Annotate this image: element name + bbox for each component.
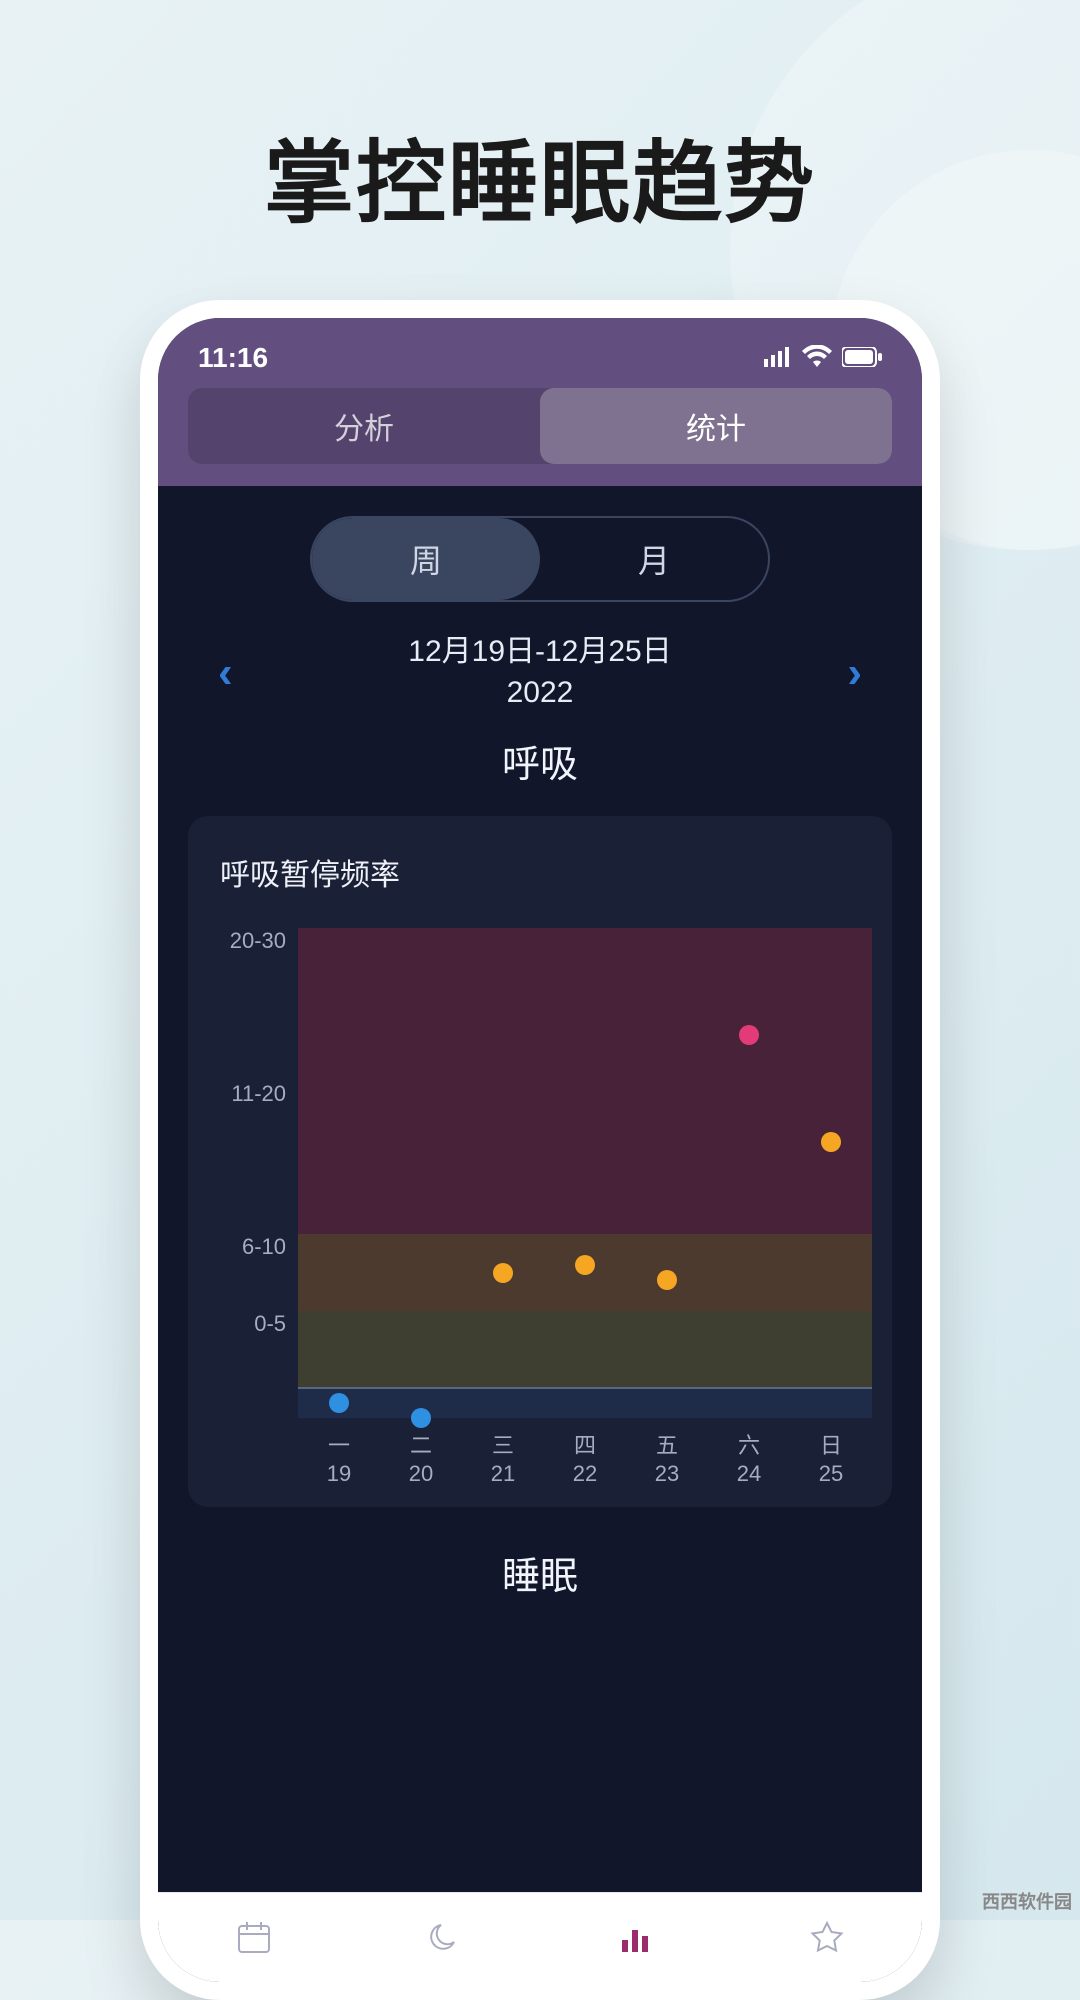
content-area: 周 月 ‹ 12月19日-12月25日 2022 › 呼吸 呼吸暂停频率 20-…	[158, 486, 922, 1600]
section-title-breathing: 呼吸	[188, 733, 892, 788]
tab-analysis[interactable]: 分析	[188, 388, 540, 464]
watermark: 西西软件园	[982, 1888, 1072, 1914]
nav-moon-icon[interactable]	[424, 1917, 466, 1959]
y-tick: 0-5	[208, 1311, 286, 1388]
x-tick: 六24	[708, 1432, 790, 1487]
app-header: 11:16 分析 统计	[158, 318, 922, 486]
date-range-line1: 12月19日-12月25日	[408, 632, 671, 673]
x-tick: 三21	[462, 1432, 544, 1487]
chart: 20-3011-206-100-5	[208, 928, 872, 1418]
y-tick: 11-20	[208, 1081, 286, 1234]
section-title-sleep: 睡眠	[188, 1545, 892, 1600]
status-time: 11:16	[198, 342, 268, 374]
bottom-nav	[158, 1892, 922, 1982]
top-tabs: 分析 统计	[188, 388, 892, 464]
chart-band-blue	[298, 1387, 872, 1418]
x-tick: 五23	[626, 1432, 708, 1487]
promo-title: 掌控睡眠趋势	[0, 110, 1080, 240]
data-point	[739, 1025, 759, 1045]
x-tick: 一19	[298, 1432, 380, 1487]
prev-arrow-icon[interactable]: ‹	[218, 648, 233, 698]
data-point	[575, 1255, 595, 1275]
nav-star-icon[interactable]	[806, 1917, 848, 1959]
tab-statistics[interactable]: 统计	[540, 388, 892, 464]
x-axis: 一19二20三21四22五23六24日25	[298, 1432, 872, 1487]
nav-stats-icon[interactable]	[615, 1917, 657, 1959]
data-point	[411, 1408, 431, 1428]
chart-title: 呼吸暂停频率	[220, 850, 872, 894]
wifi-icon	[802, 342, 832, 374]
plot-area	[298, 928, 872, 1418]
phone-frame: 11:16 分析 统计	[140, 300, 940, 2000]
x-tick: 四22	[544, 1432, 626, 1487]
status-bar: 11:16	[158, 336, 922, 388]
y-tick: 6-10	[208, 1234, 286, 1311]
chart-band-red	[298, 928, 872, 1234]
data-point	[821, 1132, 841, 1152]
nav-calendar-icon[interactable]	[233, 1917, 275, 1959]
data-point	[493, 1263, 513, 1283]
x-tick: 二20	[380, 1432, 462, 1487]
x-tick: 日25	[790, 1432, 872, 1487]
data-point	[329, 1393, 349, 1413]
date-range-line2: 2022	[408, 673, 671, 714]
chart-card: 呼吸暂停频率 20-3011-206-100-5 一19二20三21四22五23…	[188, 816, 892, 1507]
chart-baseline	[298, 1387, 872, 1389]
date-range: 12月19日-12月25日 2022	[408, 632, 671, 713]
y-axis: 20-3011-206-100-5	[208, 928, 298, 1418]
period-week[interactable]: 周	[312, 518, 540, 600]
battery-icon	[842, 342, 882, 374]
chart-band-yellow	[298, 1311, 872, 1388]
period-toggle: 周 月	[310, 516, 770, 602]
y-tick: 20-30	[208, 928, 286, 1081]
data-point	[657, 1270, 677, 1290]
phone-screen: 11:16 分析 统计	[158, 318, 922, 1982]
status-indicators	[764, 342, 882, 374]
period-month[interactable]: 月	[540, 518, 768, 600]
date-nav: ‹ 12月19日-12月25日 2022 ›	[218, 632, 862, 713]
cellular-icon	[764, 342, 792, 374]
next-arrow-icon[interactable]: ›	[847, 648, 862, 698]
